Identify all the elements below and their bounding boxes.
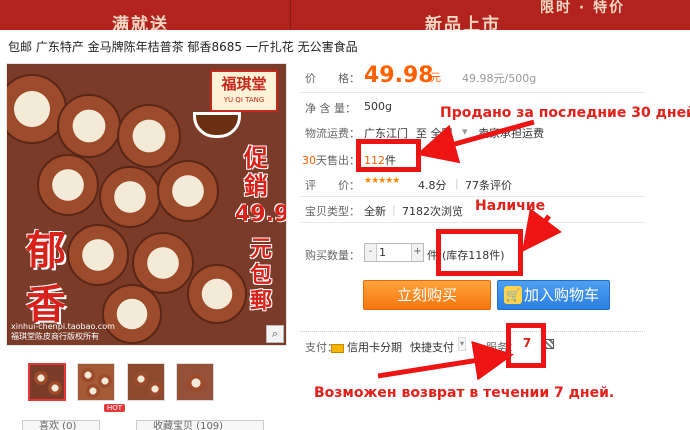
- arrow-to-return: [377, 340, 514, 381]
- arrow-to-stock: [522, 208, 562, 252]
- sold-annotation: Продано за последние 30 дней: [440, 105, 690, 121]
- stock-annotation: Наличие: [475, 198, 546, 214]
- return-annotation: Возможен возврат в течении 7 дней.: [314, 385, 615, 401]
- annotation-arrows: [377, 119, 562, 381]
- arrow-to-sold: [416, 119, 535, 164]
